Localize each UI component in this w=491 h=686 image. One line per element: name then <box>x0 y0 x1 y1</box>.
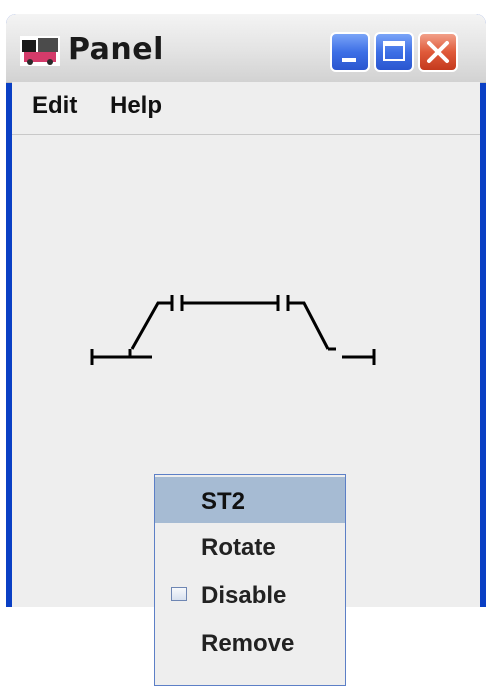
close-button[interactable] <box>418 32 458 72</box>
menu-item-st2[interactable]: ST2 <box>155 477 345 523</box>
app-icon <box>20 36 60 66</box>
menu-item-rotate[interactable]: Rotate <box>155 523 345 569</box>
context-menu: ST2 Rotate Disable Remove <box>154 474 346 686</box>
menu-bar: Edit Help <box>12 82 480 135</box>
minimize-button[interactable] <box>330 32 370 72</box>
panel-canvas[interactable]: ST2 Rotate Disable Remove <box>12 135 480 686</box>
track-segments[interactable] <box>90 295 376 365</box>
menu-item-label: Rotate <box>201 534 276 561</box>
close-icon <box>427 41 449 63</box>
menu-help[interactable]: Help <box>110 92 162 120</box>
checkbox-icon[interactable] <box>171 587 187 601</box>
title-bar[interactable]: Panel <box>6 14 486 83</box>
minimize-icon <box>342 58 356 62</box>
menu-item-label: ST2 <box>201 488 246 515</box>
maximize-icon <box>383 41 405 61</box>
menu-edit[interactable]: Edit <box>32 92 77 120</box>
menu-item-remove[interactable]: Remove <box>155 619 345 665</box>
menu-item-disable[interactable]: Disable <box>155 571 345 617</box>
window-title: Panel <box>68 32 164 67</box>
menu-item-label: Disable <box>201 582 287 609</box>
app-window: Panel Edit Help ST2 Rotate Disable Remov… <box>6 14 486 686</box>
maximize-button[interactable] <box>374 32 414 72</box>
menu-item-label: Remove <box>201 630 295 657</box>
